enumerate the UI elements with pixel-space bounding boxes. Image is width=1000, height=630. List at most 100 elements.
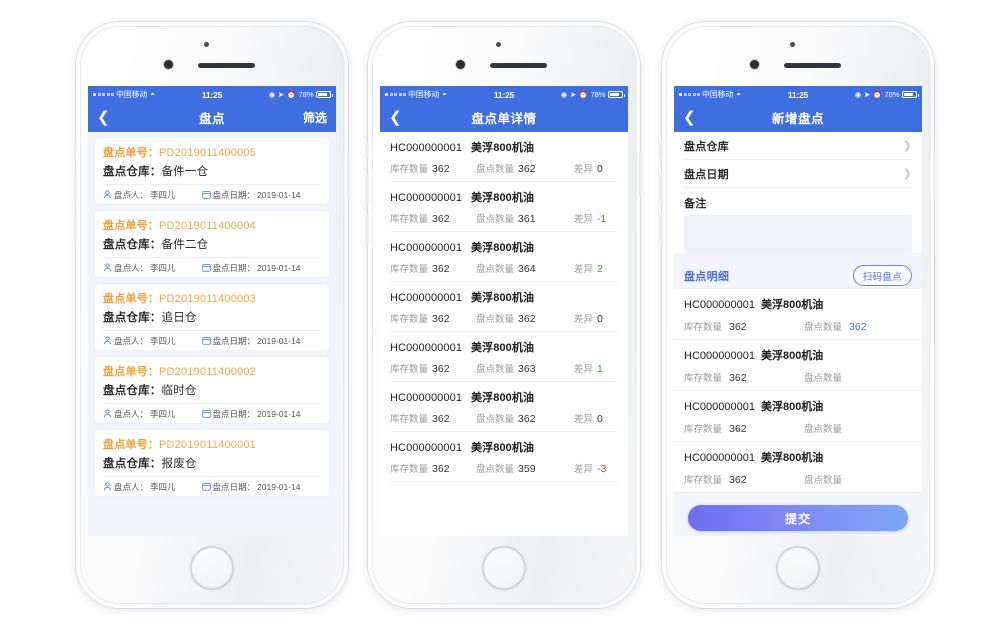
item-quantities: 库存数量 362 盘点数量	[684, 421, 912, 435]
warehouse-row: 盘点仓库：临时仓	[103, 382, 321, 403]
volume-up-button[interactable]	[660, 174, 663, 204]
table-row[interactable]: HC000000001 美浮800机油 库存数量 362 盘点数量 359 差异 -3	[390, 432, 618, 482]
table-row[interactable]: HC000000001 美浮800机油 库存数量 362 盘点数量 362 差异 0	[390, 382, 618, 432]
page-title: 新增盘点	[771, 112, 824, 126]
table-row[interactable]: HC000000001 美浮800机油 库存数量 362 盘点数量 362 差异 0	[390, 132, 618, 182]
chevron-right-icon: ❯	[902, 168, 912, 180]
list-item[interactable]: 盘点单号：PD2019011400005 盘点仓库：备件一仓 盘点人：李四儿	[95, 138, 329, 204]
date-value: 2019-01-14	[257, 481, 301, 492]
volume-down-button[interactable]	[74, 214, 77, 244]
proximity-sensor-icon	[496, 42, 501, 47]
diff-value: 1	[597, 363, 603, 375]
count-qty-cell[interactable]: 盘点数量	[804, 472, 849, 486]
count-qty-label: 盘点数量	[804, 373, 843, 384]
count-qty-cell[interactable]: 盘点数量	[804, 370, 849, 384]
home-button[interactable]	[482, 546, 526, 590]
item-title: HC000000001 美浮800机油	[390, 439, 618, 455]
date-select-row[interactable]: 盘点日期 ❯	[684, 160, 912, 188]
submit-button[interactable]: 提交	[688, 505, 908, 531]
battery-percent-label: 78%	[590, 90, 606, 99]
list-item[interactable]: HC000000001 美浮800机油 库存数量 362 盘点数量	[674, 391, 922, 442]
item-name: 美浮800机油	[760, 299, 824, 311]
status-bar: 中国移动 ◓ 11:25 ◉ ➤ ⏰ 78%	[674, 86, 922, 103]
person-value: 李四儿	[150, 189, 176, 200]
stock-qty-label: 库存数量	[684, 424, 723, 435]
order-no-label: 盘点单号：	[103, 439, 159, 451]
order-no-row: 盘点单号：PD2019011400002	[103, 363, 321, 379]
form-card: 盘点仓库 ❯ 盘点日期 ❯ 备注	[674, 132, 922, 253]
location-arrow-icon: ➤	[569, 90, 577, 99]
phone-2-screen: 中国移动 ◓ 11:25 ◉ ➤ ⏰ 78% ❮ 盘点单详情 HC0000000…	[380, 86, 628, 536]
table-row[interactable]: HC000000001 美浮800机油 库存数量 362 盘点数量 361 差异 -1	[390, 182, 618, 232]
date-group: 盘点日期： 2019-01-14	[201, 481, 301, 493]
count-qty-value: 362	[849, 321, 867, 333]
count-qty-value: 362	[518, 313, 536, 325]
count-qty-cell[interactable]: 盘点数量 362	[804, 319, 867, 333]
list-item[interactable]: 盘点单号：PD2019011400004 盘点仓库：备件二仓 盘点人：李四儿	[95, 211, 329, 277]
date-group: 盘点日期： 2019-01-14	[201, 189, 301, 201]
list-item[interactable]: HC000000001 美浮800机油 库存数量 362 盘点数量	[674, 442, 922, 493]
diff-label: 差异	[574, 164, 594, 175]
power-button[interactable]	[347, 152, 350, 196]
diff-value: 0	[597, 313, 603, 325]
item-quantities: 库存数量 362 盘点数量 363 差异 1	[390, 361, 618, 375]
silent-switch[interactable]	[660, 142, 663, 158]
stock-qty-cell: 库存数量 362	[390, 461, 476, 475]
calendar-icon	[201, 263, 211, 272]
volume-down-button[interactable]	[660, 214, 663, 244]
warehouse-value: 备件一仓	[161, 166, 209, 178]
power-button[interactable]	[933, 152, 936, 196]
stock-qty-label: 库存数量	[390, 414, 429, 425]
meta-row: 盘点人： 李四儿 盘点日期： 2019-01-14	[103, 476, 321, 496]
volume-down-button[interactable]	[366, 214, 369, 244]
table-row[interactable]: HC000000001 美浮800机油 库存数量 362 盘点数量 364 差异 2	[390, 232, 618, 282]
power-button[interactable]	[639, 152, 642, 196]
note-field-label: 备注	[684, 198, 707, 210]
list-item[interactable]: HC000000001 美浮800机油 库存数量 362 盘点数量	[674, 340, 922, 391]
count-qty-label: 盘点数量	[476, 364, 515, 375]
person-icon	[103, 409, 112, 418]
warehouse-value: 备件二仓	[161, 239, 209, 251]
stock-qty-label: 库存数量	[390, 164, 429, 175]
nav-bar: ❮ 盘点 筛选	[88, 103, 336, 132]
location-arrow-icon: ➤	[863, 90, 871, 99]
silent-switch[interactable]	[74, 142, 77, 158]
volume-up-button[interactable]	[366, 174, 369, 204]
person-label: 盘点人：	[114, 481, 149, 492]
list-item[interactable]: HC000000001 美浮800机油 库存数量 362 盘点数量 362	[674, 289, 922, 340]
list-item[interactable]: 盘点单号：PD2019011400003 盘点仓库：追日仓 盘点人： 李四儿 盘…	[95, 284, 329, 350]
diff-value: -1	[597, 213, 607, 225]
warehouse-select-row[interactable]: 盘点仓库 ❯	[684, 132, 912, 160]
item-quantities: 库存数量 362 盘点数量	[684, 370, 912, 384]
item-code: HC000000001	[684, 452, 755, 464]
order-no-label: 盘点单号：	[103, 293, 159, 305]
table-row[interactable]: HC000000001 美浮800机油 库存数量 362 盘点数量 363 差异 1	[390, 332, 618, 382]
stock-qty-value: 362	[729, 474, 747, 486]
item-name: 美浮800机油	[471, 142, 535, 154]
date-group: 盘点日期： 2019-01-14	[201, 408, 301, 420]
home-button[interactable]	[190, 546, 234, 590]
item-quantities: 库存数量 362 盘点数量 361 差异 -1	[390, 211, 618, 225]
home-button[interactable]	[776, 546, 820, 590]
rotation-lock-icon: ◉	[560, 90, 568, 99]
filter-button[interactable]: 筛选	[303, 109, 327, 126]
silent-switch[interactable]	[366, 142, 369, 158]
table-row[interactable]: HC000000001 美浮800机油 库存数量 362 盘点数量 362 差异 0	[390, 282, 618, 332]
warehouse-label: 盘点仓库：	[103, 166, 162, 178]
list-item[interactable]: 盘点单号：PD2019011400001 盘点仓库：报废仓 盘点人： 李四儿 盘…	[95, 430, 329, 496]
volume-up-button[interactable]	[74, 174, 77, 204]
stock-qty-cell: 库存数量 362	[684, 319, 804, 333]
count-qty-cell[interactable]: 盘点数量	[804, 421, 849, 435]
item-code: HC000000001	[684, 350, 755, 362]
note-textarea[interactable]	[684, 215, 912, 253]
alarm-icon: ⏰	[286, 90, 296, 99]
warehouse-label: 盘点仓库：	[103, 312, 162, 324]
diff-cell: 差异 2	[574, 261, 603, 275]
front-camera-icon	[456, 60, 465, 69]
item-name: 美浮800机油	[760, 401, 824, 413]
calendar-icon	[201, 409, 211, 418]
warehouse-row: 盘点仓库：报废仓	[103, 455, 321, 476]
list-item[interactable]: 盘点单号：PD2019011400002 盘点仓库：临时仓 盘点人： 李四儿 盘…	[95, 357, 329, 423]
item-title: HC000000001 美浮800机油	[390, 389, 618, 405]
scan-button[interactable]: 扫码盘点	[852, 265, 912, 286]
